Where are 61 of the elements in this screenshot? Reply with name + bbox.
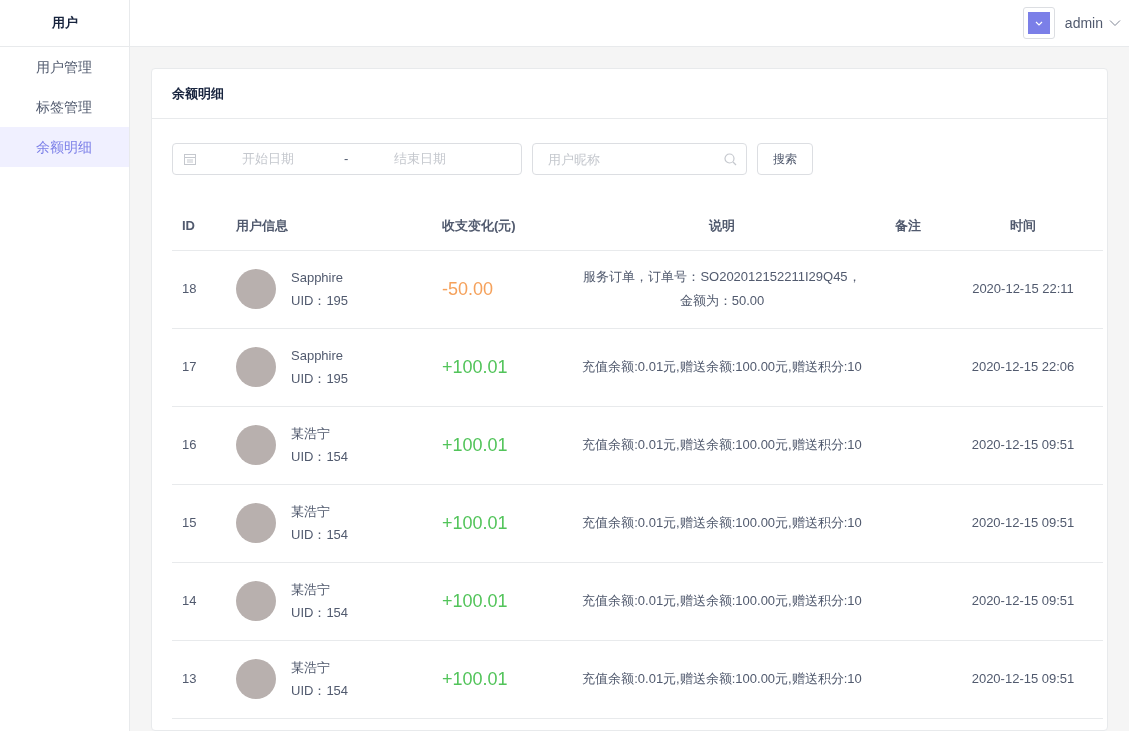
description-text: 服务订单，订单号：SO202012152211I29Q45，金额为：50.00 bbox=[582, 268, 862, 310]
avatar-placeholder bbox=[236, 503, 276, 543]
chevron-icon bbox=[1027, 12, 1050, 34]
avatar-placeholder bbox=[236, 659, 276, 699]
column-header: ID bbox=[182, 217, 195, 233]
avatar-button[interactable] bbox=[1022, 7, 1055, 39]
caret-icon bbox=[1109, 19, 1121, 27]
sidebar-item[interactable]: 用户管理 bbox=[0, 47, 129, 87]
amount-text: +100.01 bbox=[442, 668, 508, 689]
user-name: Sapphire bbox=[291, 268, 345, 287]
search-button[interactable]: 搜索 bbox=[757, 143, 813, 175]
user-name: 某浩宁 bbox=[291, 502, 331, 521]
time-text: 2020-12-15 09:51 bbox=[971, 593, 1075, 609]
avatar-placeholder bbox=[236, 425, 276, 465]
column-header: 收支变化(元) bbox=[442, 217, 516, 233]
avatar-placeholder bbox=[236, 269, 276, 309]
sidebar-title: 用户 bbox=[51, 14, 78, 33]
time-text: 2020-12-15 09:51 bbox=[971, 515, 1075, 531]
id-text: 13 bbox=[182, 671, 197, 687]
user-name: Sapphire bbox=[291, 346, 345, 365]
user-uid: UID：195 bbox=[291, 292, 349, 310]
user-uid: UID：195 bbox=[291, 370, 349, 388]
avatar-placeholder bbox=[236, 581, 276, 621]
user-uid: UID：154 bbox=[291, 604, 349, 622]
time-text: 2020-12-15 09:51 bbox=[971, 437, 1075, 453]
amount-text: -50.00 bbox=[442, 278, 494, 299]
user-uid: UID：154 bbox=[291, 448, 349, 466]
time-text: 2020-12-15 09:51 bbox=[971, 671, 1075, 687]
id-text: 15 bbox=[182, 515, 197, 531]
user-uid: UID：154 bbox=[291, 682, 349, 700]
user-menu[interactable]: admin bbox=[1064, 12, 1121, 34]
column-header: 说明 bbox=[709, 217, 735, 233]
id-text: 16 bbox=[182, 437, 197, 453]
user-name: 某浩宁 bbox=[291, 580, 331, 599]
calendar-icon bbox=[183, 152, 197, 166]
column-header: 时间 bbox=[1010, 217, 1036, 233]
description-text: 充值余额:0.01元,赠送余额:100.00元,赠送积分:10 bbox=[581, 514, 863, 532]
sidebar-item[interactable]: 标签管理 bbox=[0, 87, 129, 127]
avatar-placeholder bbox=[236, 347, 276, 387]
nickname-field[interactable]: 用户昵称 bbox=[532, 143, 747, 175]
description-text: 充值余额:0.01元,赠送余额:100.00元,赠送积分:10 bbox=[581, 592, 863, 610]
search-icon bbox=[724, 153, 737, 166]
time-text: 2020-12-15 22:11 bbox=[972, 281, 1074, 297]
time-text: 2020-12-15 22:06 bbox=[971, 359, 1075, 375]
date-separator: - bbox=[344, 150, 349, 169]
amount-text: +100.01 bbox=[442, 590, 508, 611]
id-text: 14 bbox=[182, 593, 197, 609]
id-text: 18 bbox=[182, 281, 197, 297]
amount-text: +100.01 bbox=[442, 434, 508, 455]
user-name: 某浩宁 bbox=[291, 658, 331, 677]
description-text: 充值余额:0.01元,赠送余额:100.00元,赠送积分:10 bbox=[581, 670, 863, 688]
user-uid: UID：154 bbox=[291, 526, 349, 544]
id-text: 17 bbox=[182, 359, 197, 375]
column-header: 备注 bbox=[894, 217, 921, 233]
column-header: 用户信息 bbox=[236, 217, 288, 233]
amount-text: +100.01 bbox=[442, 356, 508, 377]
description-text: 充值余额:0.01元,赠送余额:100.00元,赠送积分:10 bbox=[581, 436, 863, 454]
description-text: 充值余额:0.01元,赠送余额:100.00元,赠送积分:10 bbox=[581, 358, 863, 376]
card-title: 余额明细 bbox=[172, 84, 224, 103]
amount-text: +100.01 bbox=[442, 512, 508, 533]
user-name: 某浩宁 bbox=[291, 424, 331, 443]
